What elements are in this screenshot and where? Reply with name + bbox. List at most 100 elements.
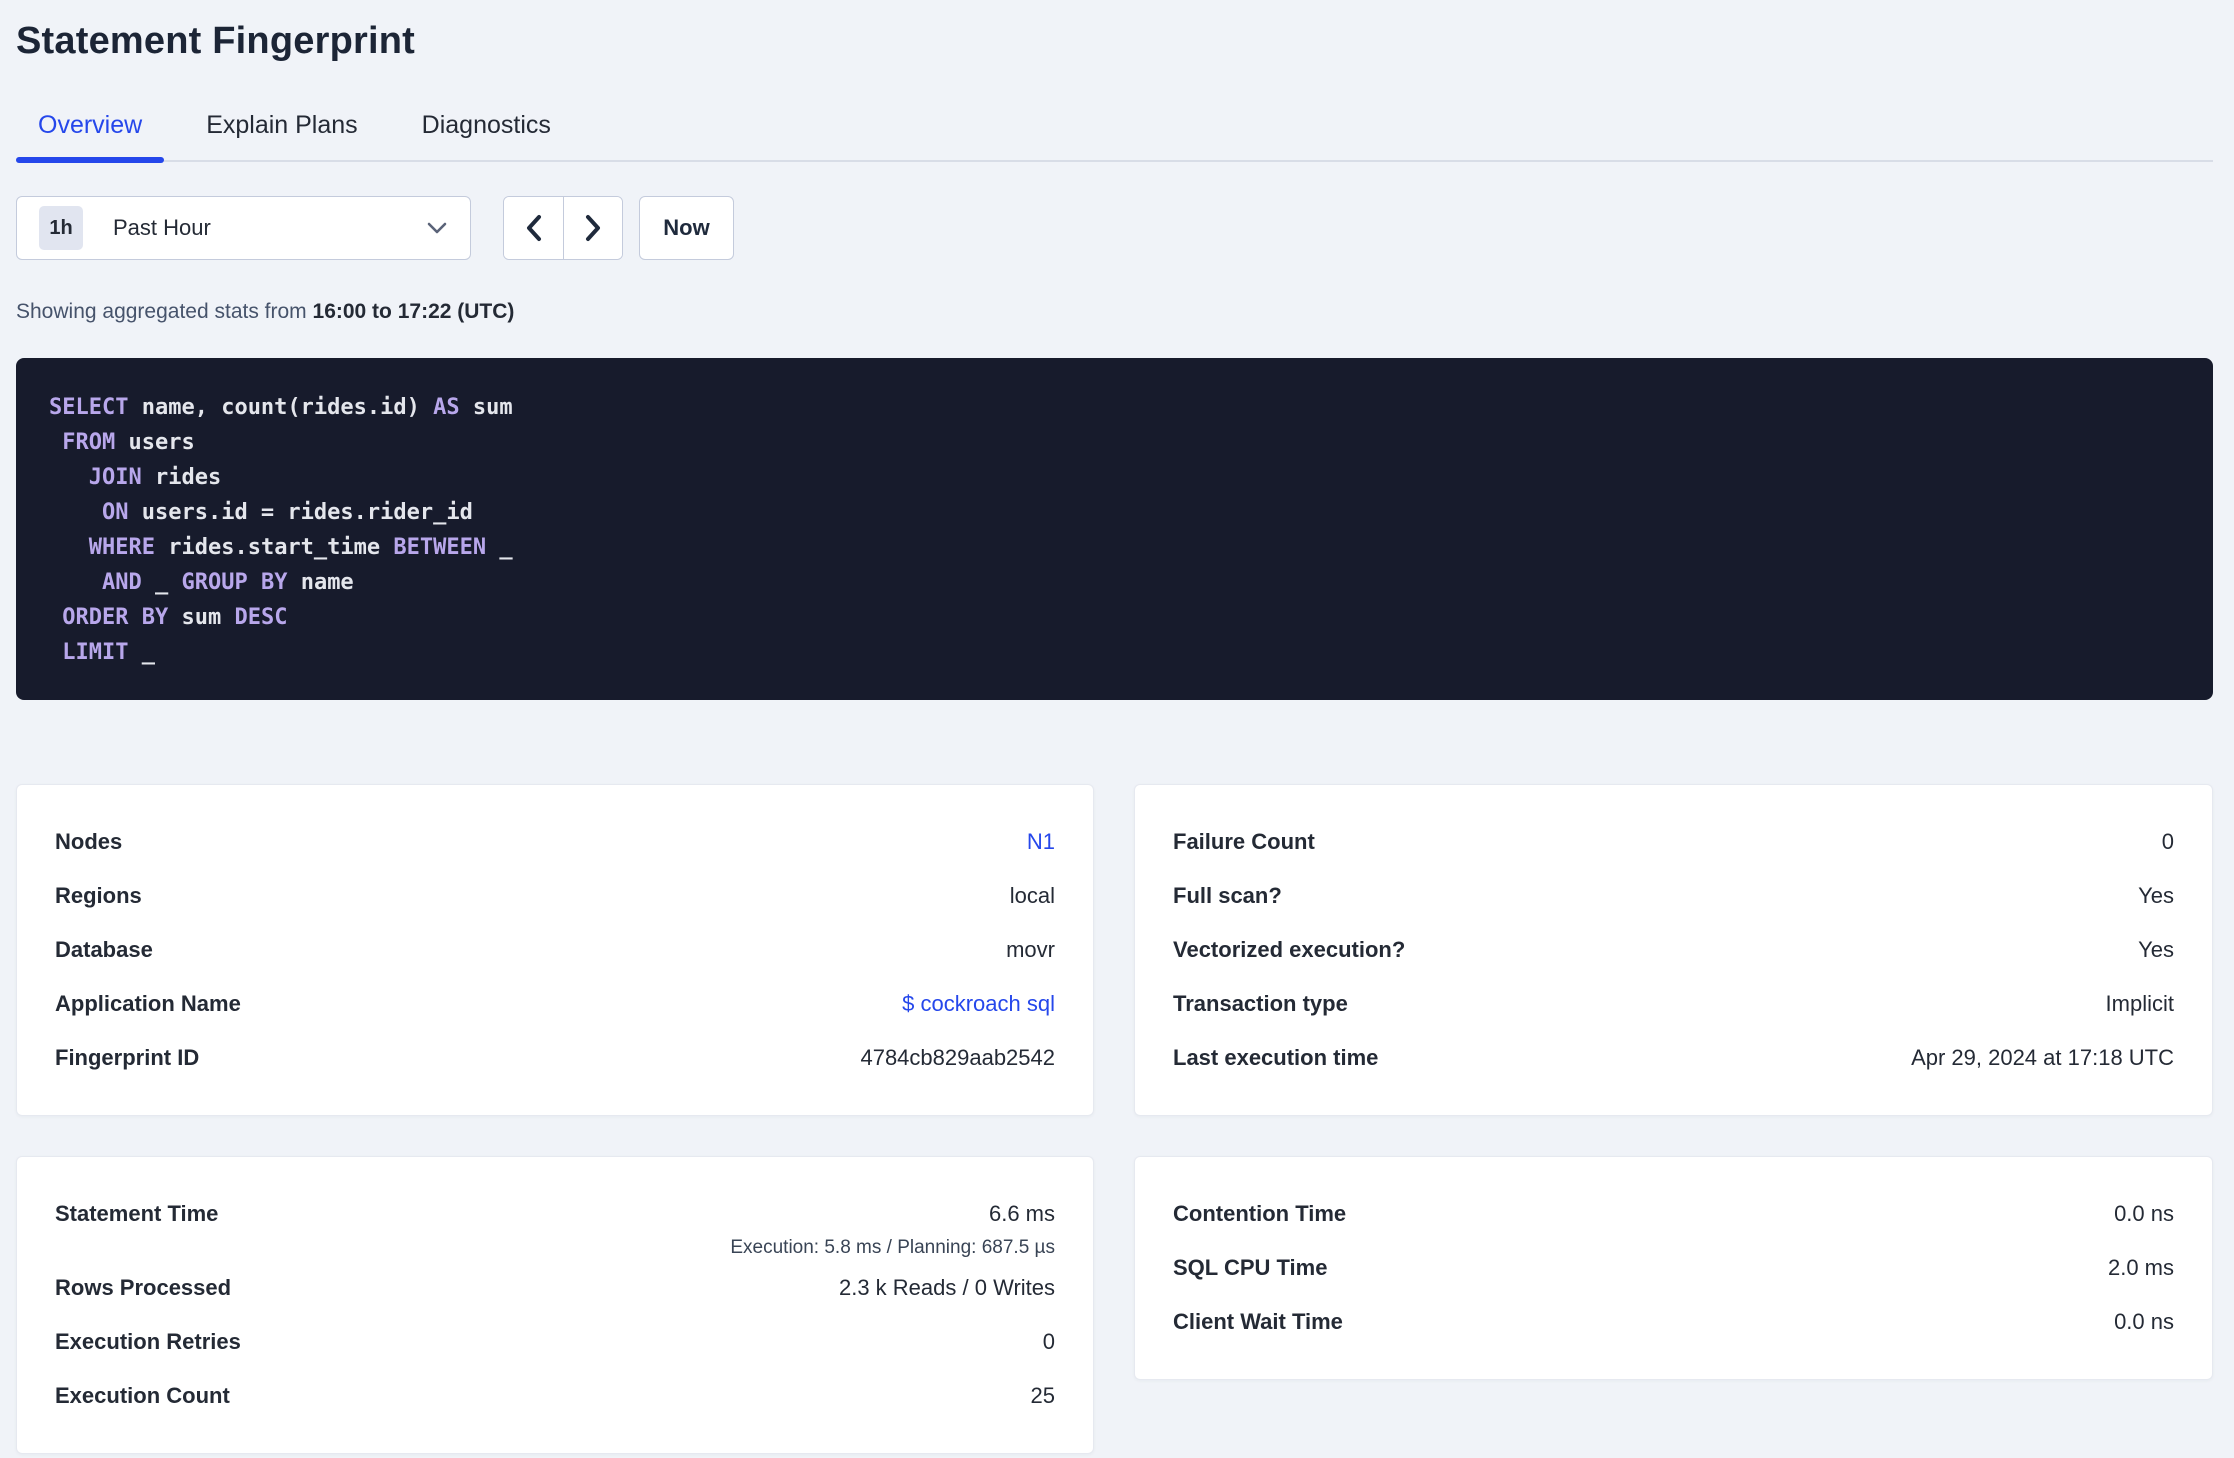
row-label: Nodes xyxy=(55,829,123,854)
next-time-window-button[interactable] xyxy=(563,197,622,259)
row-label: Vectorized execution? xyxy=(1173,937,1406,962)
card-row: Last execution time Apr 29, 2024 at 17:18… xyxy=(1173,1031,2174,1085)
row-value-wrap: 4784cb829aab2542 xyxy=(860,1031,1055,1085)
card-row: Transaction type Implicit xyxy=(1173,977,2174,1031)
row-value-wrap: movr xyxy=(1006,923,1055,977)
card-row: Contention Time 0.0 ns xyxy=(1173,1187,2174,1241)
chevron-right-icon xyxy=(583,213,603,243)
time-range-badge: 1h xyxy=(39,206,83,250)
prev-time-window-button[interactable] xyxy=(504,197,563,259)
time-range-label: Past Hour xyxy=(113,215,211,240)
row-subvalue: Execution: 5.8 ms / Planning: 687.5 µs xyxy=(730,1237,1055,1258)
row-label: Application Name xyxy=(55,991,241,1016)
card-row: Regions local xyxy=(55,869,1055,923)
time-window-arrows xyxy=(503,196,623,260)
aggregated-stats-prefix: Showing aggregated stats from xyxy=(16,300,313,323)
sql-line: JOIN rides xyxy=(88,465,222,490)
row-value-link[interactable]: N1 xyxy=(1027,815,1055,869)
card-row: Rows Processed 2.3 k Reads / 0 Writes xyxy=(55,1261,1055,1315)
chevron-left-icon xyxy=(524,213,544,243)
statement-times-card: Statement Time 6.6 ms Execution: 5.8 ms / … xyxy=(16,1156,1094,1454)
row-value-wrap: N1 xyxy=(1027,815,1055,869)
row-value-wrap: 0.0 ns xyxy=(2114,1187,2174,1241)
card-row: Fingerprint ID 4784cb829aab2542 xyxy=(55,1031,1055,1085)
row-value: movr xyxy=(1006,937,1055,962)
wait-times-card: Contention Time 0.0 ns SQL CPU Time 2.0 ms C… xyxy=(1134,1156,2213,1380)
row-label: Contention Time xyxy=(1173,1201,1347,1226)
chevron-down-icon xyxy=(426,221,448,235)
row-value: Yes xyxy=(2138,937,2174,962)
card-row: SQL CPU Time 2.0 ms xyxy=(1173,1241,2174,1295)
row-value-wrap: Apr 29, 2024 at 17:18 UTC xyxy=(1911,1031,2174,1085)
row-value: 0 xyxy=(2161,829,2174,854)
row-value-wrap: Yes xyxy=(2138,869,2174,923)
execution-attributes-card: Failure Count 0 Full scan? Yes Vectorized ex… xyxy=(1134,784,2213,1116)
page-title: Statement Fingerprint xyxy=(16,20,416,62)
sql-line: ON users.id = rides.rider_id xyxy=(101,500,473,525)
row-label: Fingerprint ID xyxy=(55,1045,200,1070)
row-label: Full scan? xyxy=(1173,883,1282,908)
row-value: 0 xyxy=(1042,1329,1055,1354)
tab-explain-plans[interactable]: Explain Plans xyxy=(184,101,379,160)
row-label: Regions xyxy=(55,883,142,908)
row-value-wrap: $ cockroach sql xyxy=(902,977,1055,1031)
tab-bar: Overview Explain Plans Diagnostics xyxy=(16,101,2213,163)
row-value: 6.6 ms xyxy=(988,1201,1055,1226)
row-value: 2.3 k Reads / 0 Writes xyxy=(838,1275,1055,1300)
row-value-wrap: 25 xyxy=(1031,1369,1055,1423)
row-label: Transaction type xyxy=(1173,991,1348,1016)
card-row: Execution Count 25 xyxy=(55,1369,1055,1423)
row-value: 25 xyxy=(1030,1383,1055,1408)
row-value-wrap: Implicit xyxy=(2106,977,2174,1031)
row-value-wrap: 0.0 ns xyxy=(2114,1295,2174,1349)
row-label: Client Wait Time xyxy=(1173,1309,1343,1334)
row-value-wrap: local xyxy=(1010,869,1055,923)
row-value-wrap: 2.0 ms xyxy=(2108,1241,2174,1295)
sql-line: LIMIT _ xyxy=(62,640,155,665)
row-label: Rows Processed xyxy=(55,1275,232,1300)
card-row: Client Wait Time 0.0 ns xyxy=(1173,1295,2174,1349)
statement-details-card: Nodes N1 Regions local Database movr Applicati… xyxy=(16,784,1094,1116)
card-row: Failure Count 0 xyxy=(1173,815,2174,869)
row-label: Failure Count xyxy=(1173,829,1315,854)
aggregated-stats-caption: Showing aggregated stats from 16:00 to 1… xyxy=(16,300,2213,324)
card-row: Execution Retries 0 xyxy=(55,1315,1055,1369)
sql-line: AND _ GROUP BY name xyxy=(101,570,354,595)
row-label: Statement Time xyxy=(55,1201,219,1226)
row-value-wrap: 2.3 k Reads / 0 Writes xyxy=(839,1261,1055,1315)
row-label: Last execution time xyxy=(1173,1045,1379,1070)
sql-line: WHERE rides.start_time BETWEEN _ xyxy=(88,535,513,560)
statement-fingerprint-page: Statement Fingerprint Overview Explain P… xyxy=(0,0,2234,1454)
sql-line: SELECT name, count(rides.id) AS sum xyxy=(49,395,513,420)
row-value: Implicit xyxy=(2105,991,2174,1016)
card-row: Nodes N1 xyxy=(55,815,1055,869)
row-value-wrap: 6.6 ms Execution: 5.8 ms / Planning: 687.… xyxy=(730,1187,1055,1261)
row-value: local xyxy=(1009,883,1055,908)
row-label: Execution Retries xyxy=(55,1329,241,1354)
card-row: Full scan? Yes xyxy=(1173,869,2174,923)
sql-statement-box: SELECT name, count(rides.id) AS sum FROM… xyxy=(16,358,2213,700)
row-value-wrap: Yes xyxy=(2138,923,2174,977)
card-row: Vectorized execution? Yes xyxy=(1173,923,2174,977)
row-value: Apr 29, 2024 at 17:18 UTC xyxy=(1911,1045,2174,1070)
aggregated-stats-range: 16:00 to 17:22 (UTC) xyxy=(312,300,515,323)
row-value: Yes xyxy=(2138,883,2174,908)
row-value: 4784cb829aab2542 xyxy=(860,1045,1055,1070)
sql-code: SELECT name, count(rides.id) AS sum FROM… xyxy=(49,390,2180,670)
now-button[interactable]: Now xyxy=(639,196,734,260)
card-row: Application Name $ cockroach sql xyxy=(55,977,1055,1031)
card-row: Statement Time 6.6 ms Execution: 5.8 ms / … xyxy=(55,1187,1055,1261)
row-value-link[interactable]: $ cockroach sql xyxy=(902,977,1055,1031)
tab-diagnostics[interactable]: Diagnostics xyxy=(400,101,573,160)
row-value-wrap: 0 xyxy=(2162,815,2174,869)
time-picker-row: 1h Past Hour Now xyxy=(16,196,2213,260)
time-range-dropdown[interactable]: 1h Past Hour xyxy=(16,196,471,260)
row-label: Execution Count xyxy=(55,1383,230,1408)
card-row: Database movr xyxy=(55,923,1055,977)
row-label: SQL CPU Time xyxy=(1173,1255,1328,1280)
tab-overview[interactable]: Overview xyxy=(16,101,165,163)
row-value: 2.0 ms xyxy=(2107,1255,2174,1280)
sql-line: ORDER BY sum DESC xyxy=(62,605,288,630)
row-value-wrap: 0 xyxy=(1043,1315,1055,1369)
summary-cards: Nodes N1 Regions local Database movr Applicati… xyxy=(16,784,2213,1454)
